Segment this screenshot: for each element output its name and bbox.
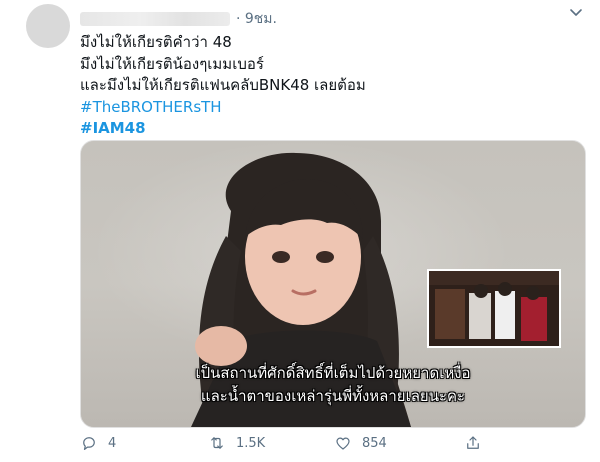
retweet-count: 1.5K	[236, 435, 266, 451]
reply-button[interactable]: 4	[80, 434, 116, 452]
tweet-header: · 9ชม.	[80, 8, 584, 30]
share-icon	[467, 436, 479, 449]
tweet-line-2: มึงไม่ให้เกียรติน้องๆเมมเบอร์	[80, 54, 264, 73]
like-icon	[336, 437, 350, 450]
retweet-button[interactable]: 1.5K	[208, 434, 265, 452]
tweet-actions: 4 1.5K 854	[80, 434, 584, 456]
video-media[interactable]: เป็นสถานที่ศักดิ์สิทธิ์ที่เต็มไปด้วยหยาด…	[80, 140, 586, 428]
avatar[interactable]	[26, 4, 70, 48]
like-count: 854	[362, 435, 387, 451]
retweet-icon	[211, 437, 223, 449]
reply-count: 4	[108, 435, 117, 451]
tweet-line-1: มึงไม่ให้เกียรติคำว่า 48	[80, 33, 232, 51]
hashtag-link-thebrothersth[interactable]: #TheBROTHERsTH	[80, 97, 560, 119]
share-button[interactable]	[464, 434, 482, 452]
author-name-blurred[interactable]	[80, 12, 230, 26]
video-subtitle-line-1: เป็นสถานที่ศักดิ์สิทธิ์ที่เต็มไปด้วยหยาด…	[195, 364, 471, 382]
picture-in-picture-thumbnail	[427, 269, 561, 348]
tweet-time[interactable]: · 9ชม.	[236, 8, 277, 30]
tweet-text: มึงไม่ให้เกียรติคำว่า 48 มึงไม่ให้เกียรต…	[80, 32, 560, 140]
hashtag-link-iam48[interactable]: #IAM48	[80, 118, 560, 140]
more-icon[interactable]	[568, 6, 584, 20]
reply-icon	[83, 437, 95, 450]
video-subtitle-line-2: และน้ำตาของเหล่ารุ่นพี่ทั้งหลายเลยนะคะ	[200, 387, 466, 405]
tweet-line-3: และมึงไม่ให้เกียรติแฟนคลับBNK48 เลยต้อม	[80, 76, 366, 94]
like-button[interactable]: 854	[334, 434, 387, 452]
